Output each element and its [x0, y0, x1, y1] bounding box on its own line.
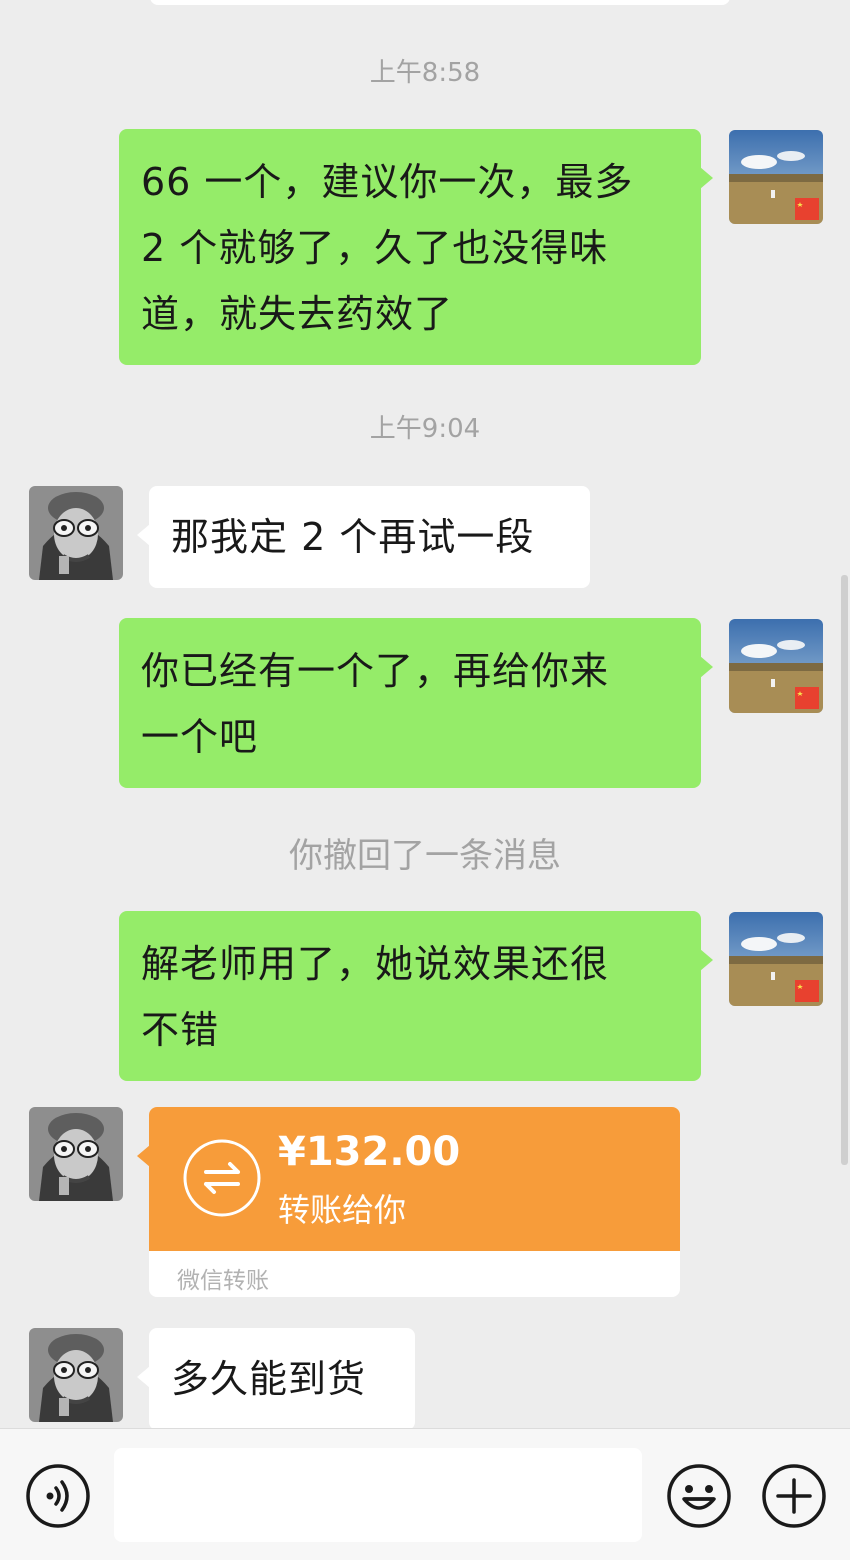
message-line: 你已经有一个了，再给你来	[141, 649, 610, 693]
landscape-avatar-image	[729, 130, 823, 224]
self-avatar[interactable]	[729, 130, 823, 224]
message-bubble-self[interactable]: 66 一个，建议你一次，最多 2 个就够了，久了也没得味 道，就失去药效了	[119, 129, 713, 365]
timestamp: 上午8:58	[369, 58, 481, 88]
portrait-avatar-image	[29, 1107, 123, 1201]
transfer-description: 转账给你	[278, 1191, 407, 1229]
transfer-amount: ¥132.00	[278, 1129, 461, 1175]
message-line: 道，就失去药效了	[141, 292, 454, 336]
message-line: 66 一个，建议你一次，最多	[141, 160, 634, 204]
message-line: 解老师用了，她说效果还很	[141, 942, 610, 986]
portrait-avatar-image	[29, 1328, 123, 1422]
recall-notice: 你撤回了一条消息	[289, 836, 561, 876]
landscape-avatar-image	[729, 619, 823, 713]
transfer-card[interactable]: ¥132.00 转账给你 微信转账	[149, 1107, 680, 1297]
plus-icon[interactable]	[761, 1463, 827, 1529]
message-bubble-self[interactable]: 解老师用了，她说效果还很 不错	[119, 911, 713, 1081]
chat-area[interactable]: 上午8:58 66 一个，建议你一次，最多 2 个就够了，久了也没得味 道，就失…	[0, 0, 850, 1428]
input-toolbar	[0, 1428, 850, 1560]
message-bubble-contact[interactable]: 多久能到货	[137, 1328, 415, 1428]
message-text: 多久能到货	[171, 1357, 367, 1401]
contact-avatar[interactable]	[29, 1107, 123, 1201]
self-avatar[interactable]	[729, 912, 823, 1006]
self-avatar[interactable]	[729, 619, 823, 713]
landscape-avatar-image	[729, 912, 823, 1006]
message-text: 那我定 2 个再试一段	[171, 515, 535, 559]
scrollbar[interactable]	[841, 575, 848, 1165]
message-line: 一个吧	[141, 715, 259, 759]
portrait-avatar-image	[29, 486, 123, 580]
transfer-icon	[183, 1139, 261, 1217]
previous-message-bubble[interactable]	[150, 0, 730, 5]
message-line: 2 个就够了，久了也没得味	[141, 226, 609, 270]
transfer-card-header: ¥132.00 转账给你	[149, 1107, 680, 1251]
voice-icon[interactable]	[25, 1463, 91, 1529]
transfer-footer: 微信转账	[177, 1268, 269, 1294]
contact-avatar[interactable]	[29, 1328, 123, 1422]
message-bubble-contact[interactable]: 那我定 2 个再试一段	[137, 486, 590, 588]
message-input[interactable]	[114, 1448, 642, 1542]
emoji-icon[interactable]	[666, 1463, 732, 1529]
timestamp: 上午9:04	[369, 414, 481, 444]
message-bubble-self[interactable]: 你已经有一个了，再给你来 一个吧	[119, 618, 713, 788]
message-line: 不错	[141, 1008, 220, 1052]
contact-avatar[interactable]	[29, 486, 123, 580]
